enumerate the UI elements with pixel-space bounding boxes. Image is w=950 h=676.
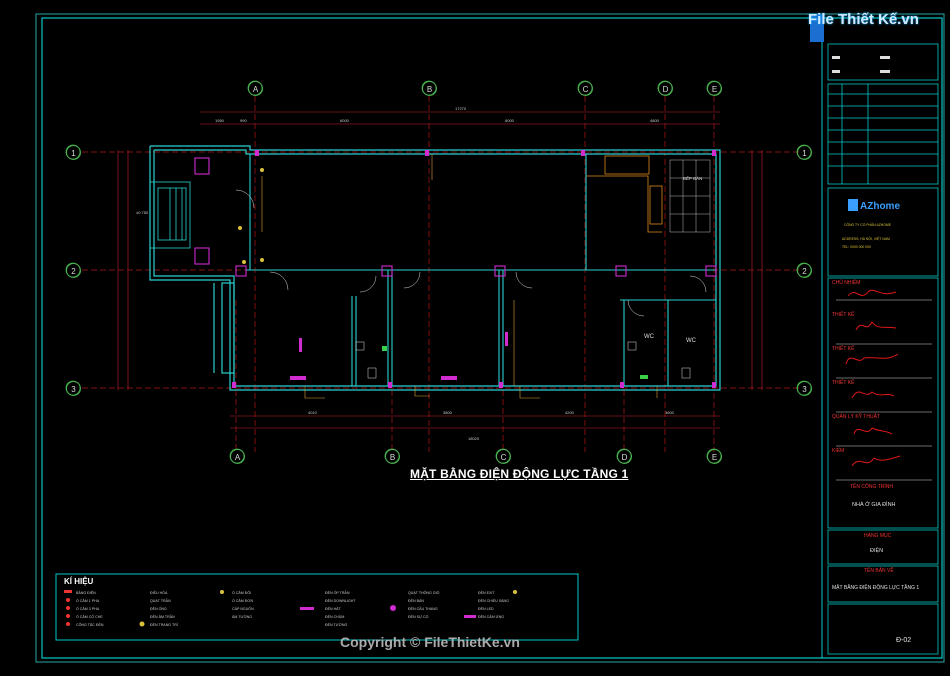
role-chu-nhiem: CHỦ NHIỆM: [832, 280, 861, 286]
grid-bubble-right-3: 3: [797, 381, 812, 396]
svg-text:ADDRESS: HÀ NỘI, VIỆT NAM: ADDRESS: HÀ NỘI, VIỆT NAM: [842, 236, 890, 241]
svg-text:ĐIỀU HÒA: ĐIỀU HÒA: [150, 590, 168, 595]
grid-bubble-top-b: B: [422, 81, 437, 96]
drawing-title: MẶT BẰNG ĐIỆN ĐỘNG LỰC TẦNG 1: [410, 467, 629, 481]
project-value: NHÀ Ở GIA ĐÌNH: [852, 502, 896, 508]
grid-bubble-bottom-e: E: [707, 449, 722, 464]
svg-text:BẢNG ĐIỆN: BẢNG ĐIỆN: [76, 590, 96, 595]
svg-text:ĐÈN SỰ CỐ: ĐÈN SỰ CỐ: [408, 614, 429, 619]
svg-text:18020: 18020: [468, 436, 480, 441]
svg-text:4200: 4200: [565, 410, 575, 415]
grid-bubble-top-c: C: [578, 81, 593, 96]
room-label-wc-2: WC: [686, 338, 696, 344]
sheet-number: Đ-02: [896, 637, 912, 644]
svg-text:4010: 4010: [308, 410, 318, 415]
grid-bubble-top-e: E: [707, 81, 722, 96]
svg-text:ĐÈN LED: ĐÈN LED: [478, 606, 494, 611]
svg-text:QUẠT THÔNG GIÓ: QUẠT THÔNG GIÓ: [408, 590, 440, 595]
svg-text:4800: 4800: [650, 118, 660, 123]
grid-bubble-right-2: 2: [797, 263, 812, 278]
svg-text:Ổ CẮM ĐÔI: Ổ CẮM ĐÔI: [232, 590, 251, 595]
room-label-kitchen: BẾP BÀN: [683, 176, 703, 181]
svg-text:ĐÈN CẦU THANG: ĐÈN CẦU THANG: [408, 606, 438, 611]
svg-text:3800: 3800: [443, 410, 453, 415]
svg-text:ĐÈN ỐP TRẦN: ĐÈN ỐP TRẦN: [325, 590, 350, 595]
svg-text:ĐÈN ỐNG: ĐÈN ỐNG: [150, 606, 167, 611]
grid-bubble-bottom-c: C: [496, 449, 511, 464]
role-thiet-ke-2: THIẾT KẾ: [832, 346, 855, 352]
svg-text:3600: 3600: [665, 410, 675, 415]
grid-bubble-bottom-b: B: [385, 449, 400, 464]
svg-text:6000: 6000: [340, 118, 350, 123]
svg-text:ĐÈN EXIT: ĐÈN EXIT: [478, 590, 495, 595]
cad-drawing-canvas: 17270 1950 990 6000 6000 4800 18020 4010 380…: [35, 13, 945, 663]
svg-text:ĐÈN CHIẾU SÁNG: ĐÈN CHIẾU SÁNG: [478, 598, 509, 603]
copyright-watermark: Copyright © FileThietKe.vn: [340, 634, 520, 650]
role-thiet-ke-1: THIẾT KẾ: [832, 312, 855, 318]
svg-text:Ổ CẮM CÓ CHE: Ổ CẮM CÓ CHE: [76, 614, 103, 619]
grid-bubble-bottom-d: D: [617, 449, 632, 464]
svg-text:ĐÈN DOWNLIGHT: ĐÈN DOWNLIGHT: [325, 598, 356, 603]
svg-text:CÔNG TY CỔ PHẦN AZHOME: CÔNG TY CỔ PHẦN AZHOME: [844, 222, 892, 227]
svg-text:ĐÈN CẢM ỨNG: ĐÈN CẢM ỨNG: [478, 614, 504, 619]
room-label-wc-1: WC: [644, 334, 654, 340]
svg-text:ÂM TƯỜNG: ÂM TƯỜNG: [232, 614, 252, 619]
grid-bubble-top-d: D: [658, 81, 673, 96]
grid-bubble-left-1: 1: [66, 145, 81, 160]
grid-bubble-bottom-a: A: [230, 449, 245, 464]
svg-text:QUẠT TRẦN: QUẠT TRẦN: [150, 599, 171, 603]
category-value: ĐIỆN: [870, 548, 884, 554]
grid-bubble-top-a: A: [248, 81, 263, 96]
grid-bubble-left-3: 3: [66, 381, 81, 396]
grid-bubble-right-1: 1: [797, 145, 812, 160]
sheet-label: TÊN BẢN VẼ: [864, 568, 894, 574]
grid-bubble-left-2: 2: [66, 263, 81, 278]
svg-text:CÔNG TẮC ĐÈN: CÔNG TẮC ĐÈN: [76, 622, 104, 627]
svg-text:ĐÈN HẮT: ĐÈN HẮT: [325, 606, 342, 611]
legend-title: KÍ HIỆU: [64, 577, 94, 586]
svg-text:1950: 1950: [215, 118, 225, 123]
svg-text:ĐÈN BÀN: ĐÈN BÀN: [408, 598, 424, 603]
svg-text:ĐÈN TƯỜNG: ĐÈN TƯỜNG: [325, 622, 347, 627]
svg-text:990: 990: [240, 118, 247, 123]
svg-text:6000: 6000: [505, 118, 515, 123]
svg-text:Ổ CẮM 1 PHA: Ổ CẮM 1 PHA: [76, 598, 100, 603]
svg-text:17270: 17270: [455, 106, 467, 111]
svg-text:ĐÈN ÂM TRẦN: ĐÈN ÂM TRẦN: [150, 614, 175, 619]
svg-text:Ổ CẮM 3 PHA: Ổ CẮM 3 PHA: [76, 606, 100, 611]
svg-text:±0.750: ±0.750: [136, 210, 149, 215]
role-kiem: KIỂM: [832, 448, 845, 454]
svg-text:CÁP NGUỒN: CÁP NGUỒN: [232, 606, 254, 611]
sheet-value: MẶT BẰNG ĐIỆN ĐỘNG LỰC TẦNG 1: [832, 585, 920, 591]
svg-text:Ổ CẮM ĐƠN: Ổ CẮM ĐƠN: [232, 598, 253, 603]
role-quan-ly-ky-thuat: QUẢN LÝ KỸ THUẬT: [832, 414, 880, 420]
filethietke-logo: File Thiết Kế.vn: [808, 11, 919, 28]
svg-text:ĐÈN TRANG TRÍ: ĐÈN TRANG TRÍ: [150, 622, 178, 627]
azhome-logo: AZhome: [860, 201, 900, 212]
project-label: TÊN CÔNG TRÌNH: [850, 484, 893, 490]
svg-text:ĐÈN CHÙM: ĐÈN CHÙM: [325, 614, 344, 619]
svg-text:TEL: 0000 000 000: TEL: 0000 000 000: [842, 245, 871, 249]
category-label: HẠNG MỤC: [864, 533, 892, 539]
role-thiet-ke-3: THIẾT KẾ: [832, 380, 855, 386]
